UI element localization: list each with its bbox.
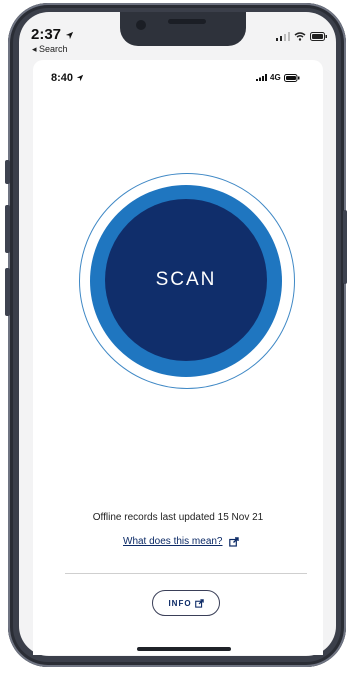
volume-down-button xyxy=(5,268,10,316)
volume-up-button xyxy=(5,205,10,253)
outer-status-time: 2:37 xyxy=(31,26,74,43)
signal-icon xyxy=(256,74,267,81)
signal-icon xyxy=(276,32,290,41)
notch xyxy=(120,12,246,46)
info-button[interactable]: INFO xyxy=(152,590,220,616)
info-button-label: INFO xyxy=(168,598,192,608)
location-arrow-icon xyxy=(76,74,84,82)
home-indicator[interactable] xyxy=(137,647,231,651)
inner-status-icons: 4G xyxy=(256,73,300,82)
external-link-icon xyxy=(228,536,239,547)
camera xyxy=(136,20,146,30)
divider xyxy=(65,573,307,574)
offline-records-status: Offline records last updated 15 Nov 21 xyxy=(92,512,264,523)
battery-icon xyxy=(283,73,300,82)
battery-icon xyxy=(310,32,327,41)
inner-status-time: 8:40 xyxy=(51,72,84,84)
inner-time-text: 8:40 xyxy=(51,72,74,84)
scan-button[interactable]: SCAN xyxy=(105,199,267,361)
outer-status-icons xyxy=(276,32,328,41)
silent-switch xyxy=(5,160,10,184)
outer-time-text: 2:37 xyxy=(31,26,62,43)
power-button xyxy=(343,210,347,284)
location-arrow-icon xyxy=(66,31,74,39)
back-to-search-link[interactable]: ◂ Search xyxy=(32,44,68,55)
network-type: 4G xyxy=(270,73,281,82)
speaker xyxy=(168,19,206,24)
help-link-text: What does this mean? xyxy=(123,536,223,547)
what-does-this-mean-link[interactable]: What does this mean? xyxy=(123,536,239,547)
wifi-icon xyxy=(294,32,306,41)
external-link-icon xyxy=(194,598,204,608)
app-screen: 8:40 4G SCAN Offline records last update… xyxy=(33,60,323,655)
